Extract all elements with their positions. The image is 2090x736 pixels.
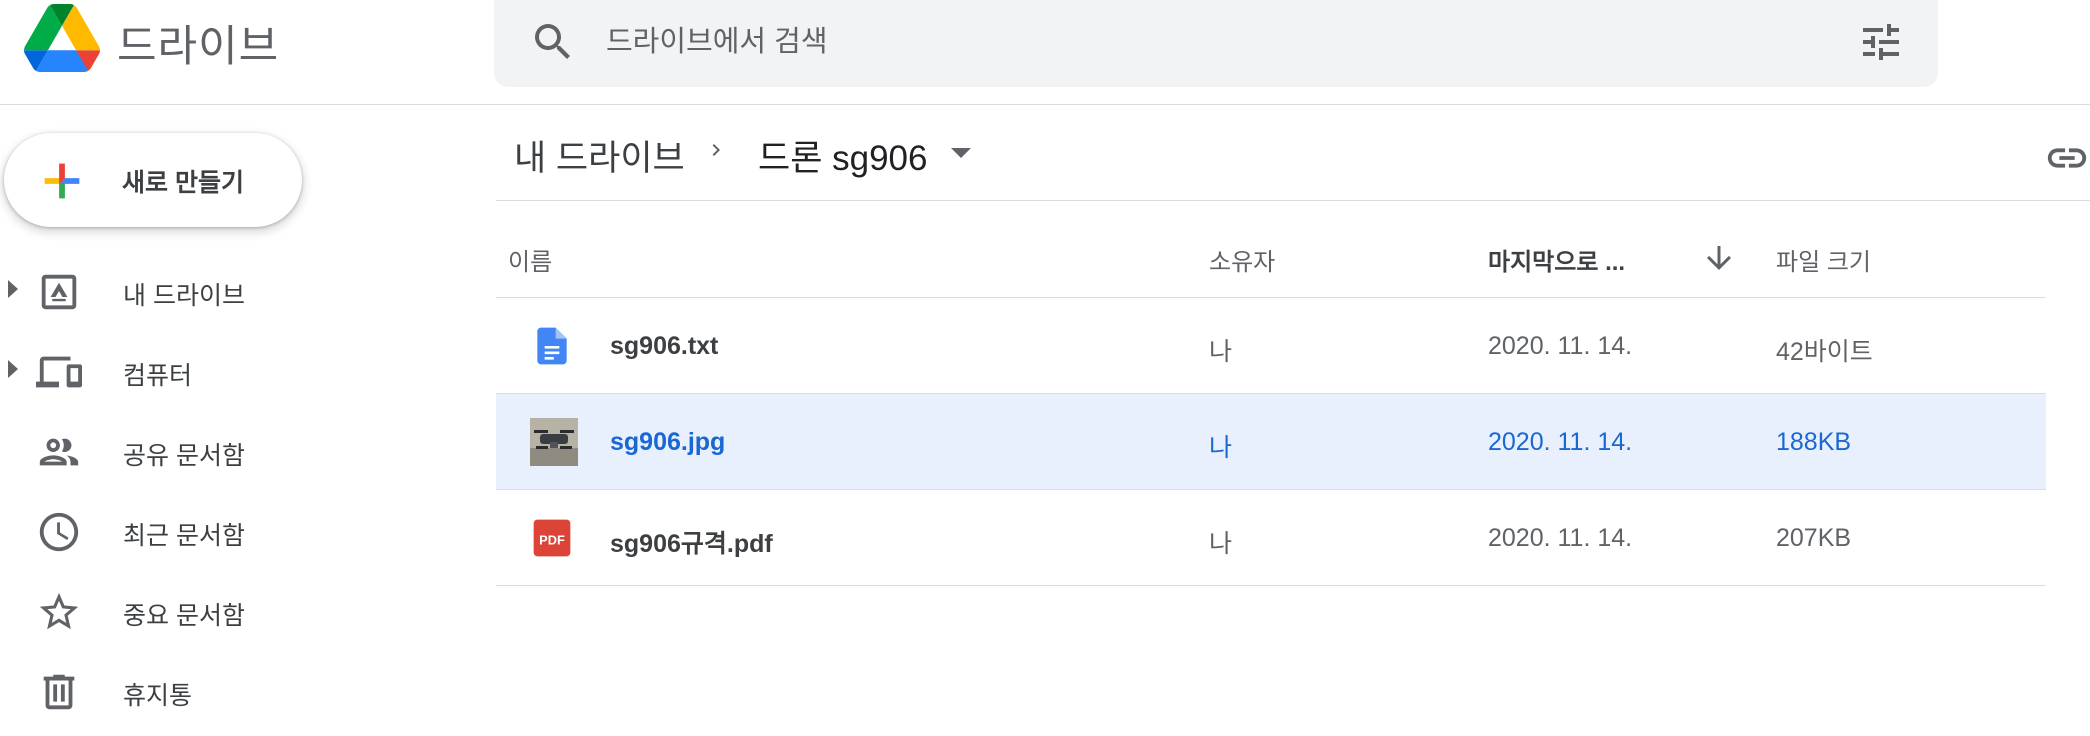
file-owner: 나 xyxy=(1209,530,1233,558)
chevron-right-icon xyxy=(712,144,720,156)
search-bar[interactable] xyxy=(494,0,1938,87)
arrow-down-icon[interactable] xyxy=(1701,240,1737,276)
app-title: 드라이브 xyxy=(117,23,280,71)
file-modified: 2020. 11. 14. xyxy=(1488,524,1633,552)
search-icon[interactable] xyxy=(529,18,577,66)
file-owner: 나 xyxy=(1209,338,1233,366)
column-header-size[interactable]: 파일 크기 xyxy=(1776,242,1871,277)
computers-icon xyxy=(36,356,82,388)
column-header-owner[interactable]: 소유자 xyxy=(1209,242,1275,277)
sidebar-item-label: 최근 문서함 xyxy=(123,522,245,550)
table-row[interactable]: sg906.txt 나 2020. 11. 14. 42바이트 xyxy=(496,298,2046,394)
sidebar-item-label: 컴퓨터 xyxy=(123,362,193,390)
expand-arrow-icon[interactable] xyxy=(8,280,18,298)
table-row[interactable]: PDF sg906규격.pdf 나 2020. 11. 14. 207KB xyxy=(496,490,2046,586)
link-icon[interactable] xyxy=(2044,135,2090,181)
top-bar: 드라이브 xyxy=(0,0,2090,105)
drone-photo-icon xyxy=(530,418,578,466)
clock-icon xyxy=(39,512,79,552)
column-header-modified[interactable]: 마지막으로 ... xyxy=(1488,242,1625,277)
file-name: sg906규격.pdf xyxy=(610,530,773,558)
sidebar-item-shared[interactable]: 공유 문서함 xyxy=(0,410,480,490)
sidebar-item-starred[interactable]: 중요 문서함 xyxy=(0,570,480,650)
sidebar-item-recent[interactable]: 최근 문서함 xyxy=(0,490,480,570)
new-button[interactable]: 새로 만들기 xyxy=(4,133,302,227)
new-button-label: 새로 만들기 xyxy=(122,169,244,197)
sidebar-item-label: 휴지통 xyxy=(123,682,193,710)
shared-people-icon xyxy=(39,438,79,466)
sidebar-item-label: 내 드라이브 xyxy=(123,282,245,310)
breadcrumb-my-drive[interactable]: 내 드라이브 xyxy=(514,130,685,181)
sidebar-item-computers[interactable]: 컴퓨터 xyxy=(0,330,480,410)
file-owner: 나 xyxy=(1209,434,1233,462)
file-modified: 2020. 11. 14. xyxy=(1488,428,1633,456)
file-name: sg906.jpg xyxy=(610,428,726,456)
sidebar-item-label: 공유 문서함 xyxy=(123,442,245,470)
pdf-icon: PDF xyxy=(533,519,571,557)
folder-menu-dropdown-icon[interactable] xyxy=(951,148,971,158)
table-header: 이름 소유자 마지막으로 ... 파일 크기 xyxy=(496,220,2046,298)
file-size: 207KB xyxy=(1776,524,1852,552)
sidebar-item-label: 중요 문서함 xyxy=(123,602,245,630)
file-modified: 2020. 11. 14. xyxy=(1488,332,1633,360)
column-header-name[interactable]: 이름 xyxy=(508,242,552,277)
file-size: 188KB xyxy=(1776,428,1852,456)
sidebar-nav: 내 드라이브 컴퓨터 공유 문서함 최근 문서함 중요 문서함 휴지통 xyxy=(0,250,480,730)
drive-app: 드라이브 새로 만들기 내 드라이브 xyxy=(0,0,2090,736)
tune-icon[interactable] xyxy=(1857,18,1905,66)
file-name: sg906.txt xyxy=(610,332,719,360)
svg-text:PDF: PDF xyxy=(539,532,565,547)
image-thumbnail xyxy=(530,418,578,466)
divider xyxy=(496,200,2090,201)
file-size: 42바이트 xyxy=(1776,338,1873,366)
file-list: 이름 소유자 마지막으로 ... 파일 크기 sg906.txt 나 2020.… xyxy=(496,220,2046,586)
expand-arrow-icon[interactable] xyxy=(8,360,18,378)
google-drive-logo[interactable] xyxy=(24,4,100,72)
document-icon xyxy=(537,327,567,365)
my-drive-icon xyxy=(41,274,77,310)
trash-icon xyxy=(43,674,75,710)
star-icon xyxy=(39,592,79,630)
plus-icon xyxy=(44,163,80,199)
sidebar-item-my-drive[interactable]: 내 드라이브 xyxy=(0,250,480,330)
search-input[interactable] xyxy=(606,18,1756,66)
table-row-selected[interactable]: sg906.jpg 나 2020. 11. 14. 188KB xyxy=(496,394,2046,490)
breadcrumb-current-folder[interactable]: 드론 sg906 xyxy=(758,130,928,181)
sidebar-item-trash[interactable]: 휴지통 xyxy=(0,650,480,730)
